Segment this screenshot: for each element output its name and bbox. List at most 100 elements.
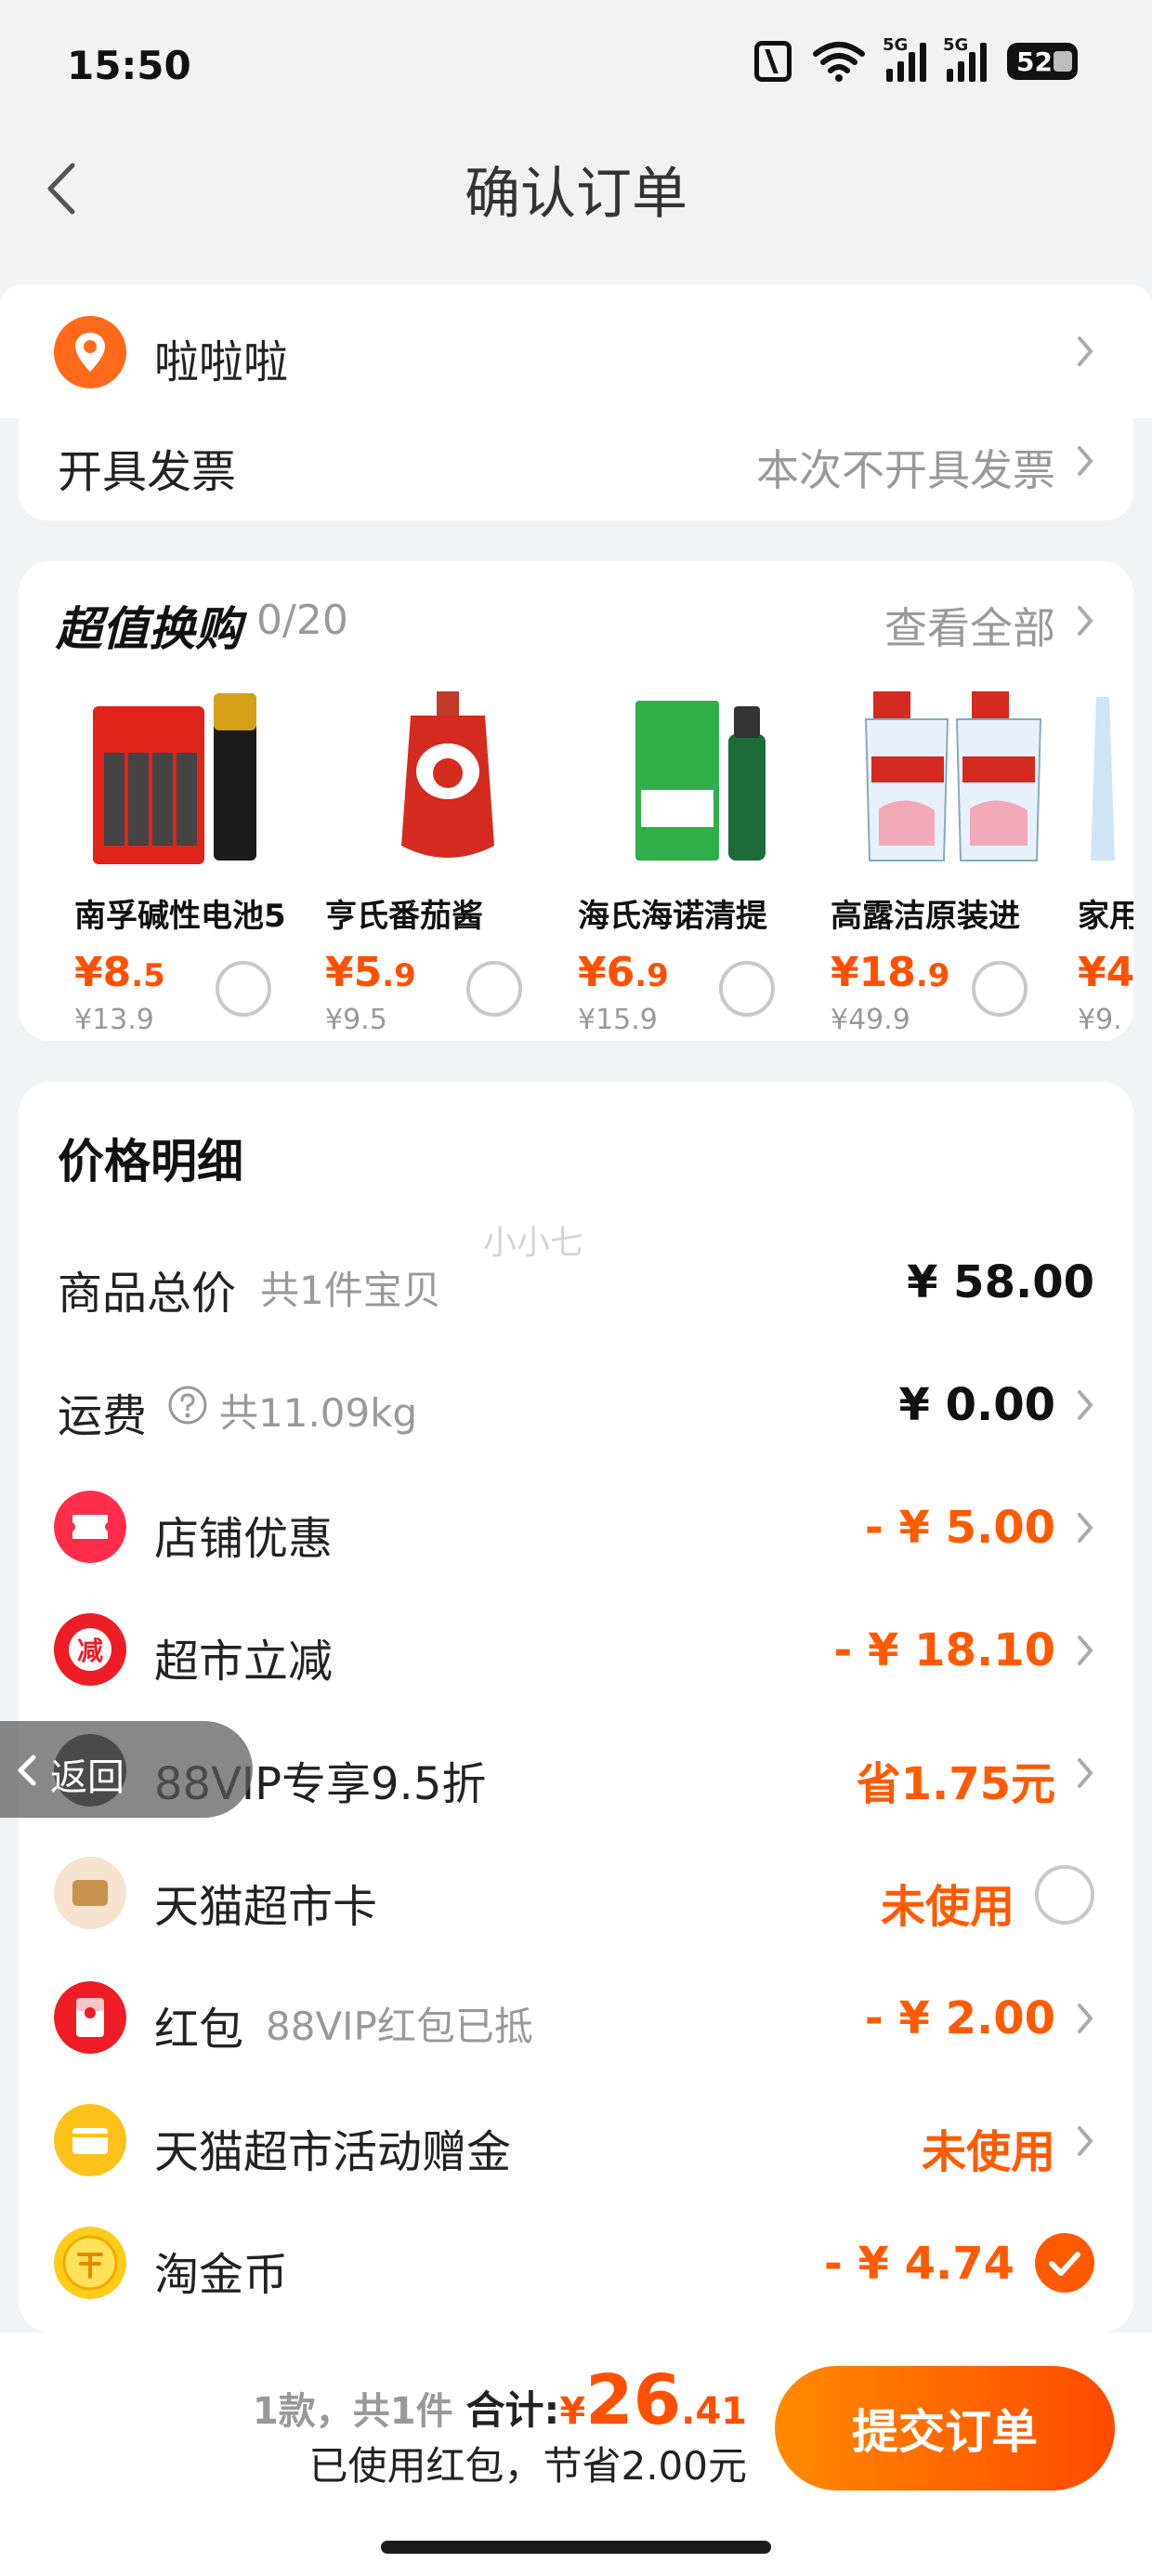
product-name: 高露洁原装进 bbox=[831, 898, 1020, 935]
status-icons: 5G 5G 52 bbox=[754, 35, 1078, 82]
activity-bonus-label: 天猫超市活动赠金 bbox=[154, 2126, 512, 2178]
total-decimal: .41 bbox=[681, 2390, 747, 2433]
nfc-icon bbox=[754, 41, 792, 82]
deal-product[interactable]: 家用 ¥4. ¥9. bbox=[1078, 688, 1133, 1041]
reduce-icon: 减 bbox=[54, 1613, 126, 1686]
reduce-icon-text: 减 bbox=[69, 1628, 111, 1671]
vip-value[interactable]: 省1.75元 bbox=[857, 1747, 1055, 1812]
signal-icon-1: 5G bbox=[883, 35, 926, 82]
location-pin-icon bbox=[54, 316, 126, 388]
goods-total-value: ¥ 58.00 bbox=[907, 1256, 1094, 1308]
order-summary: 1款，共1件 合计:¥26.41 bbox=[253, 2360, 747, 2440]
market-card-label: 天猫超市卡 bbox=[154, 1881, 378, 1933]
deal-title: 超值换购 bbox=[56, 602, 242, 656]
market-discount-value[interactable]: - ¥ 18.10 bbox=[833, 1624, 1055, 1676]
product-price: ¥4. bbox=[1078, 949, 1133, 996]
product-price: ¥8.5 bbox=[74, 949, 325, 996]
product-select-radio[interactable] bbox=[216, 961, 271, 1017]
product-original-price: ¥9.5 bbox=[325, 1004, 387, 1036]
goods-total-label: 商品总价 bbox=[58, 1268, 237, 1320]
product-select-radio[interactable] bbox=[719, 961, 775, 1017]
network-label-2: 5G bbox=[943, 35, 969, 55]
market-card-value: 未使用 bbox=[880, 1881, 1015, 1933]
product-select-radio[interactable] bbox=[466, 961, 522, 1017]
product-price-dec: .9 bbox=[635, 957, 669, 994]
product-name: 海氏海诺清提 bbox=[578, 898, 767, 935]
red-packet-label: 红包 bbox=[154, 2004, 244, 2056]
floating-back-label: 返回 bbox=[50, 1756, 124, 1799]
market-card-radio[interactable] bbox=[1035, 1865, 1094, 1925]
product-select-radio[interactable] bbox=[972, 961, 1028, 1017]
red-packet-sub: 88VIP红包已抵 bbox=[266, 2004, 533, 2049]
card-icon bbox=[54, 1857, 126, 1929]
chevron-right-icon bbox=[1078, 2126, 1093, 2156]
deal-count: 0/20 bbox=[256, 597, 348, 644]
red-packet-value[interactable]: - ¥ 2.00 bbox=[865, 1992, 1055, 2044]
battery-icon: 52 bbox=[1007, 43, 1078, 80]
submit-order-button[interactable]: 提交订单 bbox=[775, 2366, 1115, 2491]
chevron-right-icon bbox=[1078, 1390, 1093, 1420]
chevron-right-icon bbox=[1078, 1758, 1093, 1788]
product-original-price: ¥9. bbox=[1078, 1004, 1122, 1036]
signal-icon-2: 5G bbox=[943, 35, 987, 82]
balm-product-image bbox=[635, 701, 766, 861]
market-discount-label: 超市立减 bbox=[154, 1636, 334, 1688]
gold-coin-label: 淘金币 bbox=[154, 2249, 289, 2301]
shipping-label: 运费 bbox=[58, 1390, 148, 1442]
total-integer: 26 bbox=[585, 2360, 682, 2440]
product-name: 南孚碱性电池5 bbox=[74, 898, 286, 935]
deal-product[interactable]: 亨氏番茄酱 ¥5.9 ¥9.5 bbox=[325, 688, 576, 1036]
chevron-right-icon bbox=[1078, 1513, 1093, 1543]
activity-bonus-value[interactable]: 未使用 bbox=[922, 2115, 1055, 2180]
red-packet-icon bbox=[54, 1981, 126, 2054]
shop-discount-label: 店铺优惠 bbox=[154, 1513, 334, 1565]
chevron-right-icon bbox=[1078, 1636, 1093, 1665]
deal-product[interactable]: 海氏海诺清提 ¥6.9 ¥15.9 bbox=[578, 688, 829, 1036]
chevron-right-icon bbox=[1078, 446, 1093, 476]
status-time: 15:50 bbox=[67, 43, 191, 88]
product-name: 亨氏番茄酱 bbox=[325, 898, 483, 935]
price-detail-title: 价格明细 bbox=[58, 1135, 243, 1189]
gold-coin-value: - ¥ 4.74 bbox=[823, 2238, 1015, 2290]
product-price-dec: .9 bbox=[915, 957, 950, 994]
view-all-link[interactable]: 查看全部 bbox=[884, 595, 1055, 656]
shipping-sub: 共11.09kg bbox=[219, 1390, 418, 1436]
home-indicator[interactable] bbox=[381, 2541, 771, 2554]
chevron-right-icon bbox=[1078, 2004, 1093, 2033]
invoice-label: 开具发票 bbox=[58, 446, 237, 498]
question-icon[interactable] bbox=[167, 1385, 208, 1426]
product-price: ¥18.9 bbox=[831, 949, 1081, 996]
deal-product[interactable]: 高露洁原装进 ¥18.9 ¥49.9 bbox=[831, 688, 1081, 1036]
ketchup-product-image bbox=[401, 691, 494, 858]
chevron-right-icon bbox=[1078, 336, 1093, 366]
shipping-value: ¥ 0.00 bbox=[898, 1379, 1055, 1431]
product-original-price: ¥15.9 bbox=[578, 1004, 658, 1036]
product-original-price: ¥13.9 bbox=[74, 1004, 154, 1036]
product-name: 家用 bbox=[1078, 898, 1133, 935]
back-arrow-icon bbox=[18, 1755, 36, 1786]
glove-product-image bbox=[1091, 697, 1115, 861]
product-price-dec: .5 bbox=[131, 957, 165, 994]
coupon-icon bbox=[54, 1491, 126, 1563]
invoice-value: 本次不开具发票 bbox=[756, 445, 1055, 495]
battery-product-image bbox=[93, 693, 256, 864]
coin-icon bbox=[54, 2227, 126, 2299]
battery-level: 52 bbox=[1016, 46, 1053, 77]
address-name: 啦啦啦 bbox=[154, 336, 289, 388]
check-icon bbox=[1049, 2252, 1080, 2276]
product-price-int: ¥6 bbox=[578, 949, 635, 996]
savings-note: 已使用红包，节省2.00元 bbox=[308, 2443, 747, 2489]
goods-total-sub: 共1件宝贝 bbox=[260, 1268, 441, 1313]
product-price-dec: .9 bbox=[382, 957, 416, 994]
product-price-int: ¥4. bbox=[1078, 949, 1133, 996]
total-label: 合计: bbox=[465, 2387, 560, 2433]
product-price: ¥6.9 bbox=[578, 949, 829, 996]
deal-product[interactable]: 南孚碱性电池5 ¥8.5 ¥13.9 bbox=[74, 688, 325, 1036]
page-title: 确认订单 bbox=[465, 162, 687, 227]
product-price-int: ¥8 bbox=[74, 949, 132, 996]
gold-coin-checkbox[interactable] bbox=[1035, 2233, 1094, 2293]
gift-icon bbox=[54, 2104, 126, 2176]
mouthwash-product-image bbox=[864, 691, 1042, 861]
shop-discount-value[interactable]: - ¥ 5.00 bbox=[865, 1502, 1055, 1554]
item-count: 1款，共1件 bbox=[252, 2390, 466, 2433]
